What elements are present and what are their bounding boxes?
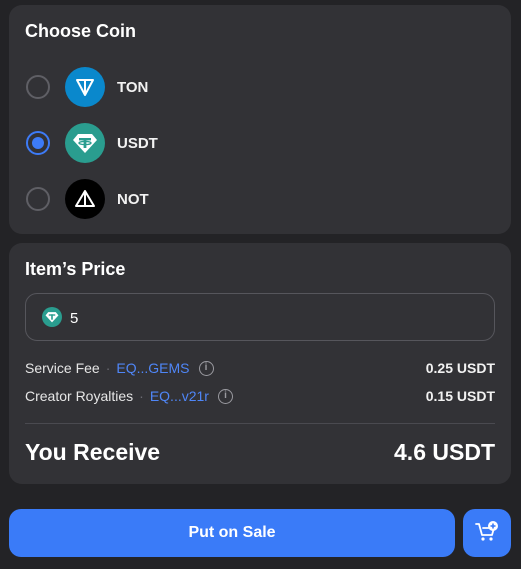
info-icon[interactable]: i bbox=[217, 388, 233, 404]
item-price-title: Item’s Price bbox=[25, 259, 126, 279]
service-fee-amount: 0.25 USDT bbox=[425, 360, 495, 376]
coin-name-usdt: USDT bbox=[117, 134, 158, 152]
creator-royalties-label: Creator Royalties bbox=[25, 388, 134, 404]
coin-name-not: NOT bbox=[117, 190, 149, 208]
separator-dot: · bbox=[139, 388, 144, 404]
not-radio[interactable] bbox=[26, 187, 50, 211]
usdt-icon bbox=[65, 123, 105, 163]
coin-name-ton: TON bbox=[117, 78, 149, 96]
ton-radio[interactable] bbox=[26, 75, 50, 99]
add-to-cart-icon bbox=[474, 520, 500, 547]
price-field[interactable] bbox=[25, 293, 495, 341]
you-receive-amount: 4.6 USDT bbox=[394, 439, 495, 465]
not-icon bbox=[65, 179, 105, 219]
you-receive-label: You Receive bbox=[25, 439, 161, 465]
divider bbox=[25, 423, 495, 424]
creator-royalties-row: Creator Royalties · EQ...v21r i 0.15 USD… bbox=[25, 386, 495, 406]
separator-dot: · bbox=[105, 360, 111, 376]
service-fee-label: Service Fee bbox=[25, 360, 100, 376]
ton-icon bbox=[65, 67, 105, 107]
coin-option-ton[interactable]: TON bbox=[9, 65, 511, 109]
usdt-radio[interactable] bbox=[26, 131, 50, 155]
coin-option-not[interactable]: NOT bbox=[9, 177, 511, 221]
add-to-cart-button[interactable] bbox=[463, 509, 511, 557]
coin-option-usdt[interactable]: USDT bbox=[9, 121, 511, 165]
creator-royalties-amount: 0.15 USDT bbox=[425, 388, 495, 404]
info-icon[interactable]: i bbox=[198, 360, 214, 376]
creator-royalties-address-link[interactable]: EQ...v21r bbox=[150, 388, 209, 404]
service-fee-address-link[interactable]: EQ...GEMS bbox=[116, 360, 189, 376]
choose-coin-card: Choose Coin TON USDT NOT bbox=[9, 5, 511, 234]
choose-coin-title: Choose Coin bbox=[25, 21, 136, 41]
service-fee-row: Service Fee · EQ...GEMS i 0.25 USDT bbox=[25, 358, 495, 378]
put-on-sale-button[interactable]: Put on Sale bbox=[9, 509, 455, 557]
price-input[interactable] bbox=[70, 306, 470, 330]
usdt-small-icon bbox=[42, 307, 62, 327]
item-price-card: Item’s Price Service Fee · EQ...GEMS i 0… bbox=[9, 243, 511, 484]
